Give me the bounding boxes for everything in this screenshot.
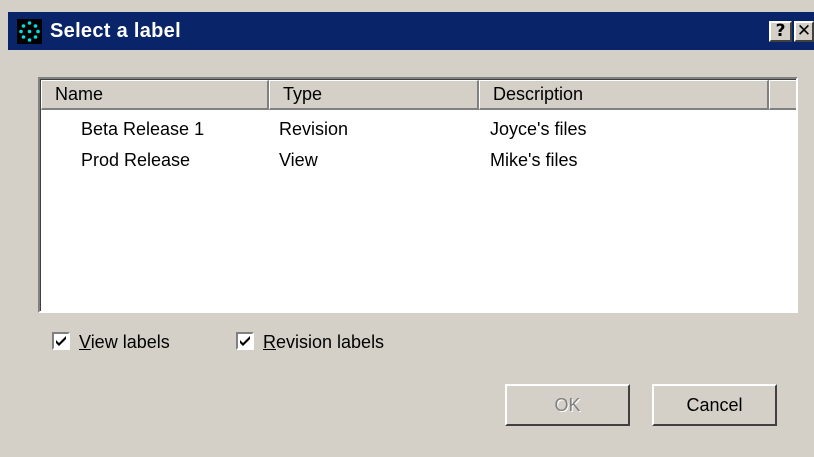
column-header-type[interactable]: Type — [269, 80, 479, 110]
view-labels-checkbox-box[interactable] — [52, 332, 70, 350]
item-name: Beta Release 1 — [81, 119, 205, 139]
cancel-button[interactable]: Cancel — [652, 384, 777, 426]
help-icon: ? — [775, 21, 786, 41]
list-header: Name Type Description — [41, 80, 796, 110]
label-list[interactable]: Name Type Description Beta Release 1 Rev… — [38, 77, 798, 313]
item-name: Prod Release — [81, 150, 191, 170]
revision-labels-checkbox[interactable]: Revision labels — [236, 330, 436, 354]
column-header-name[interactable]: Name — [41, 80, 269, 110]
revision-labels-checkbox-box[interactable] — [236, 332, 254, 350]
dots-app-icon — [17, 19, 42, 44]
item-type: Revision — [279, 119, 349, 139]
list-item[interactable]: Beta Release 1 Revision Joyce's files — [41, 115, 796, 143]
dialog-title: Select a label — [50, 20, 181, 42]
checkmark-icon — [240, 336, 250, 346]
item-type: View — [279, 150, 318, 170]
revision-labels-label: Revision labels — [263, 332, 385, 352]
column-header-filler — [769, 80, 796, 110]
select-label-dialog: Select a label ? ✕ Name Type Description… — [0, 0, 814, 457]
close-button[interactable]: ✕ — [794, 21, 814, 42]
item-description: Mike's files — [490, 150, 578, 170]
view-labels-checkbox[interactable]: View labels — [52, 330, 212, 354]
title-bar[interactable]: Select a label ? ✕ — [8, 12, 814, 50]
column-header-description[interactable]: Description — [479, 80, 769, 110]
item-description: Joyce's files — [490, 119, 587, 139]
label-list-inner: Name Type Description Beta Release 1 Rev… — [40, 79, 796, 311]
view-labels-accelerator: V — [79, 332, 91, 352]
ok-button[interactable]: OK — [505, 384, 630, 426]
help-button[interactable]: ? — [769, 21, 792, 42]
checkmark-icon — [56, 336, 66, 346]
revision-labels-accelerator: R — [263, 332, 276, 352]
list-item[interactable]: Prod Release View Mike's files — [41, 146, 796, 174]
view-labels-label: View labels — [79, 332, 170, 352]
close-icon: ✕ — [796, 21, 812, 41]
